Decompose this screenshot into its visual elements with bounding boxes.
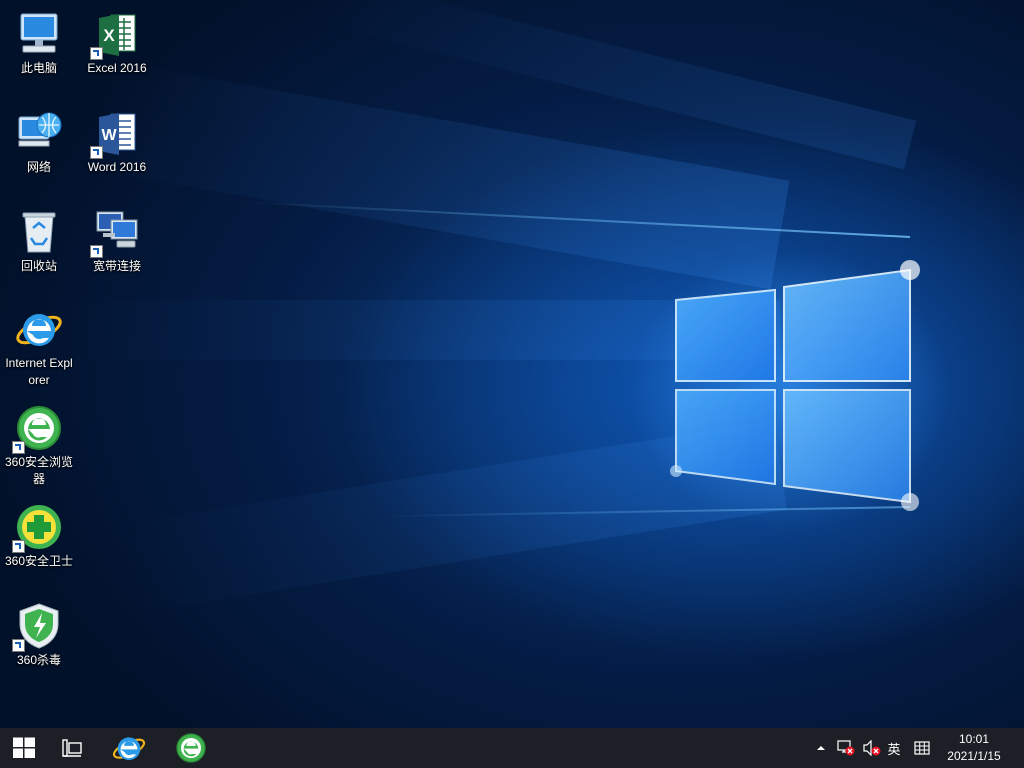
clock-time: 10:01 [958, 732, 990, 746]
desktop-icon-recycle-bin[interactable]: 回收站 [2, 208, 76, 275]
desktop-icon-network[interactable]: 网络 [2, 109, 76, 176]
logo-pane-top-right [783, 268, 911, 382]
show-hidden-icons-button[interactable] [812, 728, 830, 768]
network-status-button[interactable] [834, 728, 858, 768]
ime-grid-icon [914, 741, 930, 755]
desktop-icon-label: 360安全浏览器 [4, 455, 74, 486]
logo-pane-bottom-left [675, 389, 776, 486]
logo-pane-top-left [675, 288, 776, 382]
desktop-icon-label: 网络 [26, 160, 51, 174]
svg-text:X: X [103, 26, 115, 45]
volume-button[interactable] [860, 728, 884, 768]
taskbar-pinned-internet-explorer[interactable] [106, 728, 152, 768]
desktop-icon-this-pc[interactable]: 此电脑 [2, 10, 76, 77]
desktop-icon-label: 宽带连接 [92, 259, 141, 273]
desktop-icon-label: Word 2016 [87, 160, 147, 174]
ime-mode-button[interactable] [910, 728, 934, 768]
shortcut-arrow-icon [12, 540, 25, 553]
task-view-icon [62, 739, 82, 757]
windows-logo-icon [13, 737, 35, 758]
shortcut-arrow-icon [90, 47, 103, 60]
shortcut-arrow-icon [12, 639, 25, 652]
network-globe-icon [18, 112, 62, 147]
computer-icon [20, 13, 58, 53]
chevron-up-icon [817, 746, 825, 750]
desktop-icon-label: 回收站 [20, 259, 57, 273]
shortcut-arrow-icon [90, 245, 103, 258]
start-button[interactable] [0, 728, 48, 768]
clock-date: 2021/1/15 [947, 749, 1001, 763]
task-view-button[interactable] [48, 728, 96, 768]
desktop-icon-broadband-connection[interactable]: 宽带连接 [80, 208, 154, 275]
shortcut-arrow-icon [90, 146, 103, 159]
desktop-icon-label: 360杀毒 [16, 653, 62, 667]
ie-icon [16, 314, 62, 346]
recycle-bin-icon [22, 212, 56, 253]
network-disconnected-icon [837, 740, 855, 756]
desktop-icon-label: 此电脑 [20, 61, 57, 75]
desktop-icon-label: Excel 2016 [87, 61, 147, 75]
desktop-icon-excel-2016[interactable]: X Excel 2016 [80, 10, 154, 77]
svg-text:W: W [101, 127, 117, 144]
desktop-icon-word-2016[interactable]: W Word 2016 [80, 109, 154, 176]
360-browser-icon [176, 733, 206, 763]
desktop-icon-internet-explorer[interactable]: Internet Explorer [2, 305, 76, 389]
shortcut-arrow-icon [12, 441, 25, 454]
desktop-icon-360-antivirus[interactable]: 360杀毒 [2, 602, 76, 669]
desktop-icon-label: Internet Explorer [5, 356, 73, 387]
taskbar: 英 10:01 2021/1/15 [0, 728, 1024, 768]
desktop-icon-360-browser[interactable]: 360安全浏览器 [2, 404, 76, 488]
desktop-icon-360-safeguard[interactable]: 360安全卫士 [2, 503, 76, 570]
taskbar-clock[interactable]: 10:01 2021/1/15 [934, 731, 1014, 765]
logo-pane-bottom-right [783, 389, 911, 504]
input-language-indicator[interactable]: 英 [884, 728, 904, 768]
volume-muted-icon [863, 740, 881, 756]
taskbar-pinned-360-browser[interactable] [168, 728, 214, 768]
desktop-icon-label: 360安全卫士 [4, 554, 74, 568]
ie-icon [112, 737, 146, 761]
